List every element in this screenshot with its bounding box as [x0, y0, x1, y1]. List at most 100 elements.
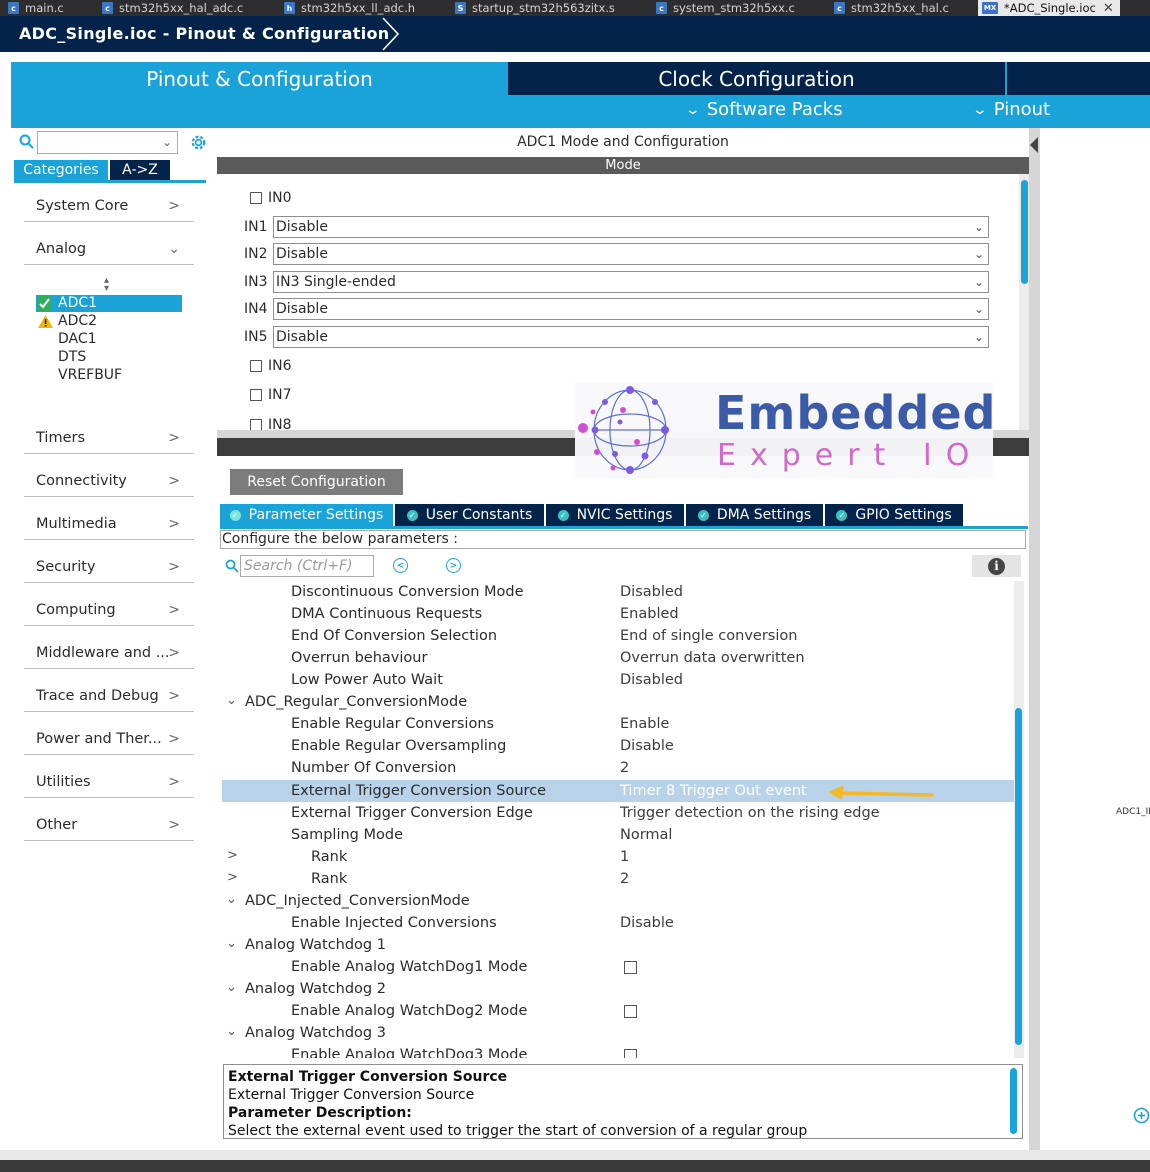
tab-user-constants[interactable]: ✓ User Constants: [395, 504, 544, 526]
in8-checkbox-row[interactable]: IN8: [250, 417, 292, 430]
analog-item-adc1[interactable]: ADC1: [36, 295, 182, 312]
param-row[interactable]: > Rank 1: [222, 846, 1014, 868]
software-packs-menu[interactable]: ⌄ Software Packs: [685, 99, 843, 120]
category-multimedia[interactable]: Multimedia >: [24, 512, 194, 540]
param-row[interactable]: Enable Analog WatchDog2 Mode: [222, 1000, 1014, 1022]
tab-project-manager[interactable]: [1005, 62, 1150, 95]
param-row[interactable]: Enable Injected Conversions Disable: [222, 912, 1014, 934]
next-match-icon[interactable]: >: [446, 558, 461, 573]
tab-gpio-settings[interactable]: ✓ GPIO Settings: [825, 504, 963, 526]
analog-item-dts[interactable]: DTS: [58, 349, 86, 365]
param-group-row[interactable]: ⌄ Analog Watchdog 3: [222, 1022, 1014, 1044]
param-row[interactable]: > Rank 2: [222, 868, 1014, 890]
category-analog[interactable]: Analog ⌄: [24, 237, 194, 265]
in0-checkbox[interactable]: [250, 192, 262, 204]
analog-item-dac1[interactable]: DAC1: [58, 331, 97, 347]
tab-pinout-configuration[interactable]: Pinout & Configuration: [11, 62, 508, 95]
param-group-row[interactable]: ⌄ Analog Watchdog 1: [222, 934, 1014, 956]
reset-configuration-button[interactable]: Reset Configuration: [230, 469, 403, 495]
chevron-down-icon[interactable]: ⌄: [226, 980, 237, 995]
param-value[interactable]: Timer 8 Trigger Out event: [620, 783, 807, 799]
param-row[interactable]: End Of Conversion Selection End of single…: [222, 625, 1014, 647]
watchdog3-checkbox[interactable]: [624, 1049, 637, 1058]
mode-scrollbar-thumb[interactable]: [1021, 180, 1028, 284]
editor-tab-hal-adc[interactable]: c stm32h5xx_hal_adc.c: [102, 0, 243, 16]
param-row[interactable]: Discontinuous Conversion Mode Disabled: [222, 581, 1014, 603]
in7-checkbox[interactable]: [250, 389, 262, 401]
editor-tab-ioc[interactable]: MX *ADC_Single.ioc ✕: [978, 0, 1120, 16]
gear-icon[interactable]: [189, 133, 208, 152]
in1-select[interactable]: Disable ⌄: [273, 216, 989, 238]
category-power-thermal[interactable]: Power and Ther... >: [24, 727, 194, 755]
editor-tab-ll-adc[interactable]: h stm32h5xx_ll_adc.h: [284, 0, 415, 16]
category-utilities[interactable]: Utilities >: [24, 770, 194, 798]
in8-checkbox[interactable]: [250, 419, 262, 430]
in2-select[interactable]: Disable ⌄: [273, 243, 989, 265]
category-timers[interactable]: Timers >: [24, 426, 194, 454]
in7-checkbox-row[interactable]: IN7: [250, 387, 292, 403]
category-computing[interactable]: Computing >: [24, 598, 194, 626]
in4-select[interactable]: Disable ⌄: [273, 298, 989, 320]
tab-clock-configuration[interactable]: Clock Configuration: [510, 62, 1003, 95]
tab-parameter-settings[interactable]: ✓ Parameter Settings: [220, 504, 393, 526]
tab-a-to-z[interactable]: A->Z: [108, 160, 170, 180]
chevron-down-icon[interactable]: ⌄: [226, 892, 237, 907]
in5-row: IN5 Disable ⌄: [244, 326, 989, 348]
analog-item-vrefbuf[interactable]: VREFBUF: [58, 367, 122, 383]
category-other[interactable]: Other >: [24, 813, 194, 841]
chevron-right-icon[interactable]: >: [227, 870, 238, 885]
parameter-search-input[interactable]: Search (Ctrl+F): [240, 555, 374, 577]
tab-categories[interactable]: Categories: [14, 160, 108, 180]
param-row[interactable]: Enable Analog WatchDog3 Mode: [222, 1044, 1014, 1058]
description-scrollbar-thumb[interactable]: [1010, 1068, 1017, 1134]
param-row[interactable]: Enable Regular Conversions Enable: [222, 713, 1014, 735]
param-row[interactable]: Enable Analog WatchDog1 Mode: [222, 956, 1014, 978]
watchdog2-checkbox[interactable]: [624, 1005, 637, 1018]
category-trace-debug[interactable]: Trace and Debug >: [24, 684, 194, 712]
category-security[interactable]: Security >: [24, 555, 194, 583]
category-label: Connectivity: [36, 473, 127, 489]
analog-item-adc2[interactable]: ADC2: [58, 313, 97, 329]
previous-match-icon[interactable]: <: [393, 558, 408, 573]
info-button[interactable]: i: [972, 555, 1021, 577]
in3-select[interactable]: IN3 Single-ended ⌄: [273, 271, 989, 293]
in6-checkbox[interactable]: [250, 360, 262, 372]
parameter-scrollbar-thumb[interactable]: [1015, 708, 1022, 1045]
category-system-core[interactable]: System Core >: [24, 194, 194, 222]
param-row[interactable]: Sampling Mode Normal: [222, 824, 1014, 846]
category-search-input[interactable]: ⌄: [37, 131, 178, 154]
param-group-row[interactable]: ⌄ ADC_Injected_ConversionMode: [222, 890, 1014, 912]
in0-checkbox-row[interactable]: IN0: [250, 190, 292, 206]
param-row[interactable]: Enable Regular Oversampling Disable: [222, 735, 1014, 757]
in6-checkbox-row[interactable]: IN6: [250, 358, 292, 374]
param-value: Enable: [620, 716, 670, 732]
editor-tab-startup[interactable]: Sstartup_stm32h563zitx.s: [455, 0, 615, 16]
editor-tab-system[interactable]: c system_stm32h5xx.c: [656, 0, 795, 16]
chevron-right-icon[interactable]: >: [227, 848, 238, 863]
param-row[interactable]: DMA Continuous Requests Enabled: [222, 603, 1014, 625]
close-icon[interactable]: ✕: [1103, 1, 1114, 16]
param-row[interactable]: Number Of Conversion 2: [222, 757, 1014, 779]
collapse-arrow-icon[interactable]: [1030, 137, 1038, 153]
param-row[interactable]: Low Power Auto Wait Disabled: [222, 669, 1014, 691]
param-row[interactable]: External Trigger Conversion Edge Trigger …: [222, 802, 1014, 824]
chevron-down-icon[interactable]: ⌄: [226, 693, 237, 708]
zoom-in-icon[interactable]: [1133, 1107, 1150, 1124]
pinout-menu[interactable]: ⌄ Pinout: [972, 99, 1050, 120]
chevron-down-icon[interactable]: ⌄: [226, 936, 237, 951]
chevron-down-icon[interactable]: ⌄: [226, 1024, 237, 1039]
editor-tab-hal[interactable]: c stm32h5xx_hal.c: [834, 0, 949, 16]
param-row[interactable]: Overrun behaviour Overrun data overwritte…: [222, 647, 1014, 669]
panel-divider[interactable]: [1029, 128, 1040, 1150]
in5-select[interactable]: Disable ⌄: [273, 326, 989, 348]
param-group-row[interactable]: ⌄ ADC_Regular_ConversionMode: [222, 691, 1014, 713]
category-middleware[interactable]: Middleware and ... >: [24, 641, 194, 669]
param-group-row[interactable]: ⌄ Analog Watchdog 2: [222, 978, 1014, 1000]
tab-nvic-settings[interactable]: ✓ NVIC Settings: [546, 504, 684, 526]
tab-dma-settings[interactable]: ✓ DMA Settings: [686, 504, 823, 526]
watchdog1-checkbox[interactable]: [624, 961, 637, 974]
category-connectivity[interactable]: Connectivity >: [24, 469, 194, 497]
editor-tab-main-c[interactable]: c main.c: [8, 0, 64, 16]
sort-icon[interactable]: ▴ ▾: [104, 276, 109, 294]
param-group-name: Analog Watchdog 2: [245, 981, 386, 997]
